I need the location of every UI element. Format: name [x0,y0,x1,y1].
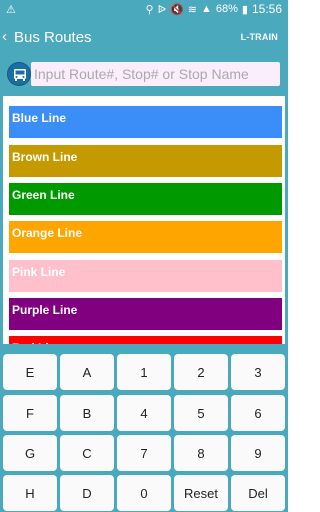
key-a[interactable]: A [60,354,114,390]
key-f[interactable]: F [3,395,57,431]
key-c[interactable]: C [60,435,114,471]
key-4[interactable]: 4 [117,395,171,431]
key-d[interactable]: D [60,475,114,511]
key-2[interactable]: 2 [174,354,228,390]
status-icons: ⚲ ᐉ 🔇 ≋ ▲ 68% ▮ 15:56 [146,2,282,16]
key-6[interactable]: 6 [231,395,285,431]
key-g[interactable]: G [3,435,57,471]
battery-percent: 68% [215,3,238,15]
key-b[interactable]: B [60,395,114,431]
status-bar: ⚠ ⚲ ᐉ 🔇 ≋ ▲ 68% ▮ 15:56 [0,0,288,19]
delete-button[interactable]: Del [231,475,285,511]
page-title[interactable]: Bus Routes [14,29,92,46]
route-row-purple[interactable]: Purple Line [9,298,282,330]
key-h[interactable]: H [3,475,57,511]
mute-icon: 🔇 [170,3,184,16]
search-input[interactable] [31,62,280,86]
key-5[interactable]: 5 [174,395,228,431]
back-chevron-icon[interactable]: ‹ [2,28,7,45]
key-7[interactable]: 7 [117,435,171,471]
route-row-orange[interactable]: Orange Line [9,221,282,253]
clock: 15:56 [251,2,282,16]
route-row-brown[interactable]: Brown Line [9,145,282,177]
l-train-button[interactable]: L-TRAIN [241,32,278,42]
route-row-green[interactable]: Green Line [9,183,282,215]
key-e[interactable]: E [3,354,57,390]
bluetooth-icon: ᐉ [157,3,167,16]
key-1[interactable]: 1 [117,354,171,390]
alert-icon: ⚠ [6,4,16,16]
route-list: Blue Line Brown Line Green Line Orange L… [3,96,285,344]
route-row-red[interactable]: Red Line [9,336,282,344]
key-9[interactable]: 9 [231,435,285,471]
key-8[interactable]: 8 [174,435,228,471]
location-icon: ⚲ [145,3,154,16]
signal-icon: ▲ [200,3,212,15]
key-0[interactable]: 0 [117,475,171,511]
key-3[interactable]: 3 [231,354,285,390]
route-list-area: Blue Line Brown Line Green Line Orange L… [0,92,288,344]
route-row-pink[interactable]: Pink Line [9,260,282,292]
bus-icon[interactable] [7,62,31,86]
wifi-icon: ≋ [187,3,197,16]
route-row-blue[interactable]: Blue Line [9,106,282,138]
keypad: E A 1 2 3 F B 4 5 6 G C 7 8 9 H D 0 Rese… [0,344,288,512]
app-bar: ‹ Bus Routes L-TRAIN [0,19,288,59]
search-row [0,59,288,92]
reset-button[interactable]: Reset [174,475,228,511]
battery-icon: ▮ [241,3,248,16]
